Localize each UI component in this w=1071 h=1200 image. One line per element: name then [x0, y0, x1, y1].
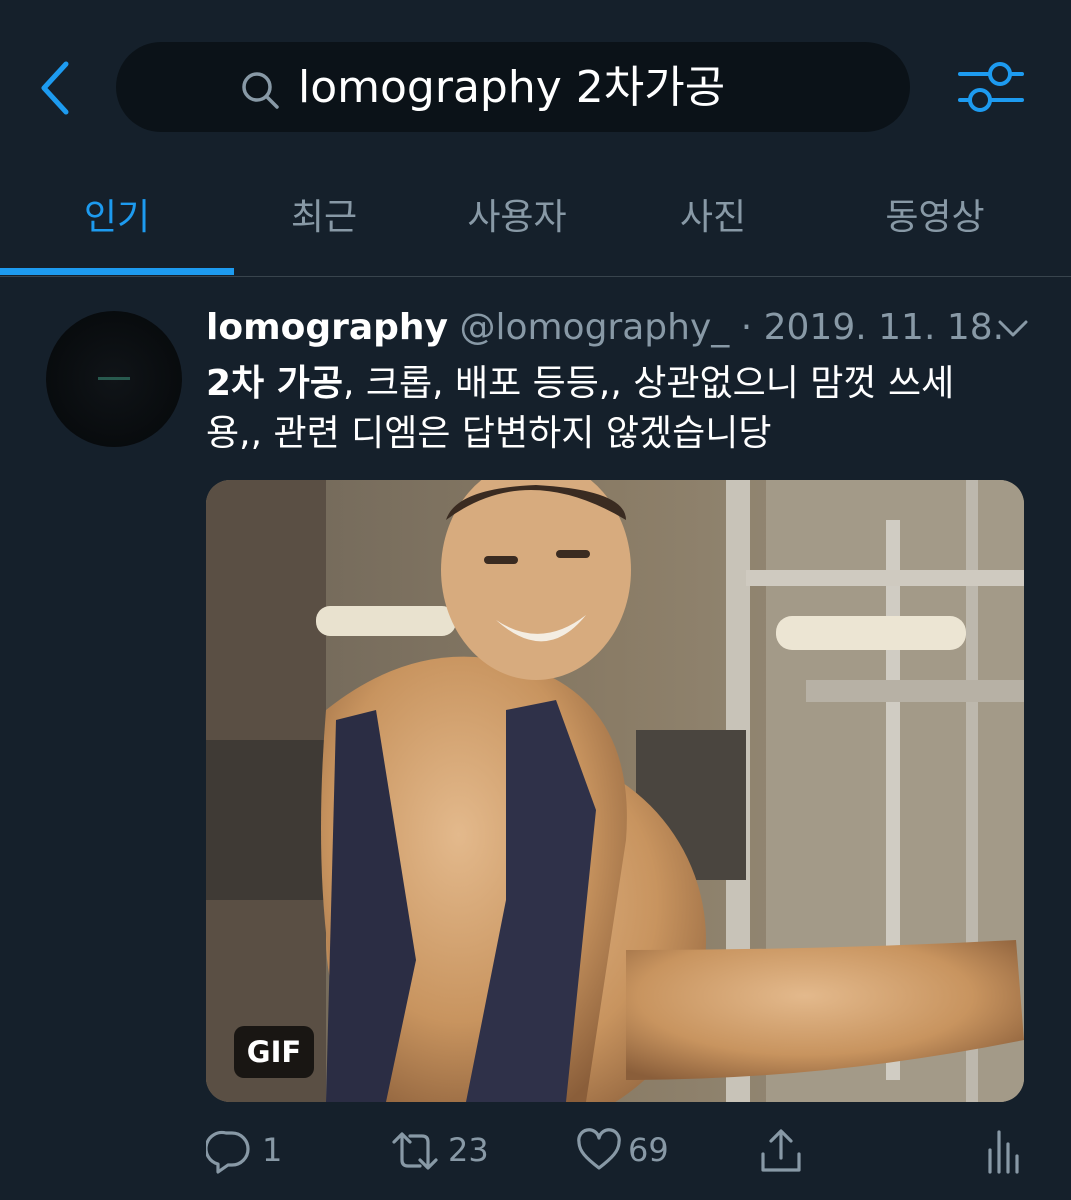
reply-icon: [206, 1130, 250, 1174]
analytics-icon: [988, 1130, 1019, 1174]
tweet-header: lomography @lomography_ · 2019. 11. 18.: [206, 303, 1004, 353]
reply-button[interactable]: 1: [206, 1122, 296, 1182]
retweet-count: 23: [448, 1131, 489, 1169]
tab-latest[interactable]: 최근: [234, 188, 414, 248]
retweet-icon: [392, 1132, 438, 1170]
reply-count: 1: [262, 1131, 283, 1169]
tab-people[interactable]: 사용자: [414, 188, 620, 248]
author-handle[interactable]: @lomography_: [459, 307, 729, 348]
tweet-menu-button[interactable]: [996, 317, 1030, 341]
avatar-mark: [98, 377, 130, 380]
tweet[interactable]: lomography @lomography_ · 2019. 11. 18. …: [0, 277, 1071, 1200]
tab-top[interactable]: 인기: [0, 188, 234, 248]
gif-image: [206, 480, 1024, 1102]
share-button[interactable]: [758, 1122, 808, 1182]
tab-photos[interactable]: 사진: [620, 188, 806, 248]
like-button[interactable]: 69: [576, 1122, 686, 1182]
tweet-media-gif[interactable]: GIF: [206, 480, 1024, 1102]
tweet-date[interactable]: 2019. 11. 18.: [764, 307, 1004, 348]
back-button[interactable]: [36, 60, 76, 116]
heart-icon: [577, 1128, 621, 1170]
search-query[interactable]: lomography 2차가공: [298, 58, 725, 118]
retweet-button[interactable]: 23: [390, 1122, 500, 1182]
sliders-icon: [958, 62, 1024, 112]
tweet-text-highlight: 2차 가공: [206, 363, 343, 404]
avatar[interactable]: [46, 311, 182, 447]
search-tabs: 인기 최근 사용자 사진 동영상: [0, 170, 1071, 277]
tab-videos[interactable]: 동영상: [806, 188, 1064, 248]
chevron-left-icon: [41, 61, 69, 115]
search-icon: [242, 72, 279, 109]
filter-button[interactable]: [956, 58, 1024, 118]
active-tab-indicator: [0, 268, 234, 275]
tweet-actions: 1 23 69: [0, 1122, 1071, 1182]
header-separator: ·: [740, 307, 753, 348]
analytics-button[interactable]: [986, 1122, 1026, 1182]
author-name[interactable]: lomography: [206, 307, 448, 348]
tweet-text: 2차 가공, 크롭, 배포 등등,, 상관없으니 맘껏 쓰세용,, 관련 디엠은…: [206, 359, 996, 459]
share-icon: [761, 1129, 801, 1172]
chevron-down-icon: [998, 320, 1028, 337]
gif-badge: GIF: [234, 1026, 314, 1078]
top-bar: lomography 2차가공: [0, 0, 1071, 170]
like-count: 69: [628, 1131, 669, 1169]
